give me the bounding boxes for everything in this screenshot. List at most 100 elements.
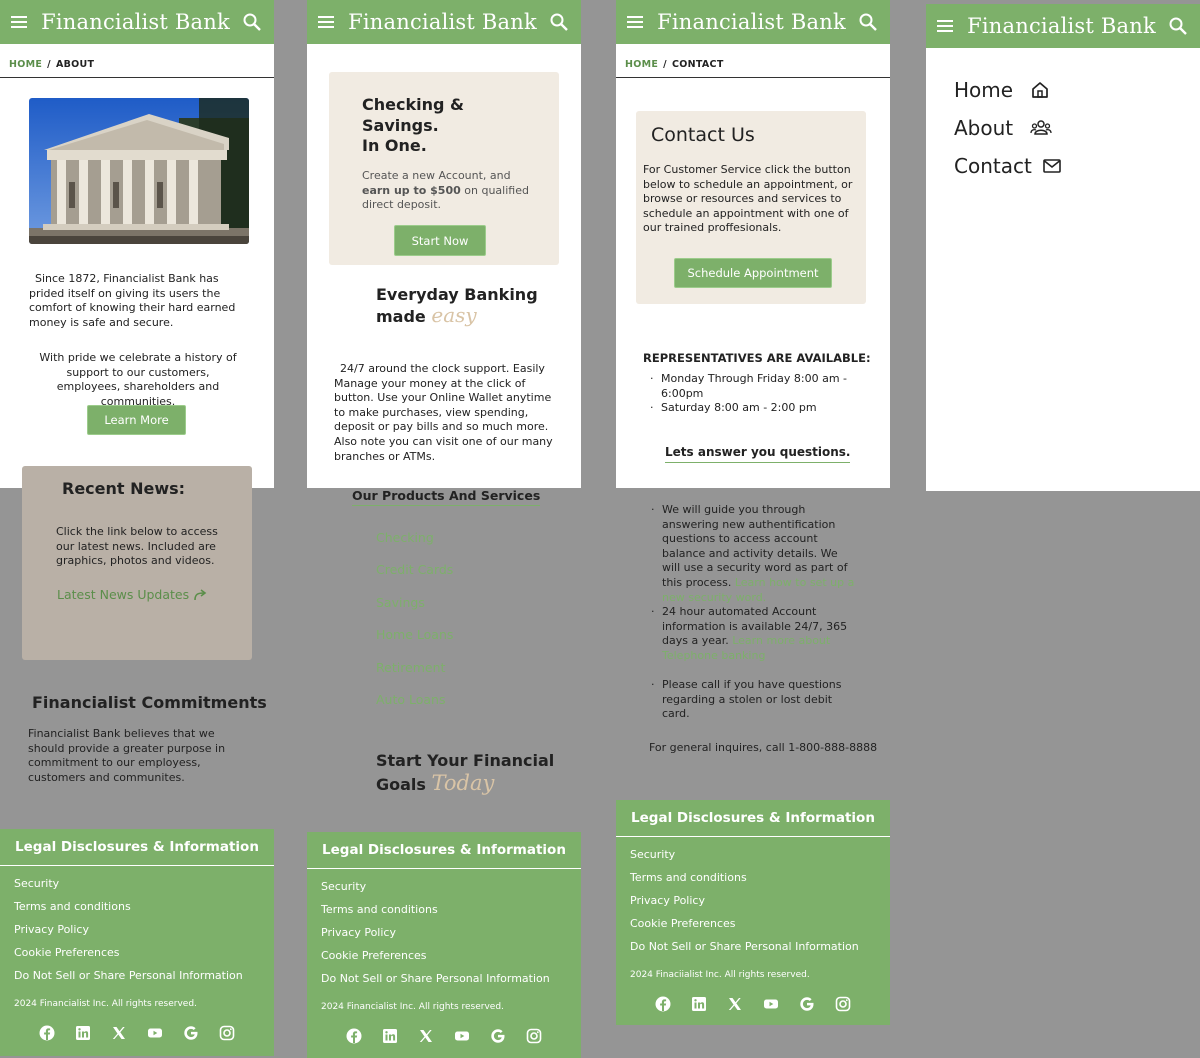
search-icon[interactable]	[242, 12, 262, 32]
hamburger-menu-icon[interactable]	[625, 12, 645, 32]
house-icon	[1032, 82, 1048, 98]
start-now-button[interactable]: Start Now	[394, 225, 486, 256]
menu-item-label: Home	[954, 78, 1014, 102]
google-icon[interactable]	[490, 1028, 506, 1044]
goals-line2: Goals	[376, 775, 426, 794]
breadcrumb-current: ABOUT	[55, 59, 95, 70]
menu-item-about[interactable]: About	[954, 116, 1052, 140]
instagram-icon[interactable]	[526, 1028, 542, 1044]
commitments-text: Financialist Bank believes that we shoul…	[28, 727, 226, 784]
facebook-icon[interactable]	[655, 996, 671, 1012]
youtube-icon[interactable]	[763, 996, 779, 1012]
menu-item-label: About	[954, 116, 1014, 140]
hamburger-menu-icon[interactable]	[316, 12, 336, 32]
breadcrumb: HOME / CONTACT	[616, 52, 890, 78]
youtube-icon[interactable]	[454, 1028, 470, 1044]
brand-logo[interactable]: Financialist Bank	[657, 10, 846, 34]
footer-link-privacy[interactable]: Privacy Policy	[14, 918, 274, 941]
google-icon[interactable]	[183, 1025, 199, 1041]
product-retirement[interactable]: Retirement	[376, 660, 445, 675]
footer-link-cookies[interactable]: Cookie Preferences	[14, 941, 274, 964]
footer-link-terms[interactable]: Terms and conditions	[14, 895, 274, 918]
hero-title-line3: In One.	[362, 136, 427, 155]
about-pride-text: With pride we celebrate a history of sup…	[39, 351, 237, 408]
instagram-icon[interactable]	[219, 1025, 235, 1041]
search-icon[interactable]	[549, 12, 569, 32]
hero-title: Checking & Savings. In One.	[362, 95, 464, 157]
linkedin-icon[interactable]	[75, 1025, 91, 1041]
footer-link-terms[interactable]: Terms and conditions	[321, 898, 581, 921]
share-arrow-icon	[194, 588, 207, 600]
footer-link-cookies[interactable]: Cookie Preferences	[630, 912, 890, 935]
search-icon[interactable]	[1168, 16, 1188, 36]
footer-copyright: 2024 Financialist Inc. All rights reserv…	[14, 999, 197, 1009]
contact-title: Contact Us	[651, 124, 755, 146]
google-icon[interactable]	[799, 996, 815, 1012]
hero-text: Create a new Account, and earn up to $50…	[362, 169, 532, 213]
footer-link-security[interactable]: Security	[321, 875, 581, 898]
contact-footer: Legal Disclosures & Information Security…	[616, 800, 890, 1025]
schedule-appointment-button[interactable]: Schedule Appointment	[674, 258, 832, 288]
envelope-icon	[1043, 159, 1061, 173]
hero-title-line1: Checking &	[362, 95, 464, 114]
footer-link-security[interactable]: Security	[630, 843, 890, 866]
youtube-icon[interactable]	[147, 1025, 163, 1041]
x-icon[interactable]	[418, 1028, 434, 1044]
facebook-icon[interactable]	[346, 1028, 362, 1044]
everyday-banking-heading: Everyday Banking made easy	[376, 284, 538, 327]
product-checking[interactable]: Checking	[376, 530, 434, 545]
linkedin-icon[interactable]	[691, 996, 707, 1012]
brand-logo[interactable]: Financialist Bank	[41, 10, 230, 34]
hero-text-pre: Create a new Account, and	[362, 169, 511, 182]
question-security-word: We will guide you through answering new …	[651, 503, 858, 605]
latest-news-link[interactable]: Latest News Updates	[57, 587, 207, 602]
footer-link-cookies[interactable]: Cookie Preferences	[321, 944, 581, 967]
everyday-line1: Everyday Banking	[376, 285, 538, 304]
footer-link-privacy[interactable]: Privacy Policy	[630, 889, 890, 912]
about-footer: Legal Disclosures & Information Security…	[0, 829, 274, 1056]
hamburger-menu-icon[interactable]	[935, 16, 955, 36]
menu-item-label: Contact	[954, 154, 1032, 178]
commitments-title: Financialist Commitments	[32, 693, 267, 712]
home-footer: Legal Disclosures & Information Security…	[307, 832, 581, 1058]
contact-header: Financialist Bank	[616, 0, 890, 44]
x-icon[interactable]	[727, 996, 743, 1012]
footer-link-do-not-sell[interactable]: Do Not Sell or Share Personal Informatio…	[321, 967, 581, 990]
footer-link-do-not-sell[interactable]: Do Not Sell or Share Personal Informatio…	[630, 935, 890, 958]
product-home-loans[interactable]: Home Loans	[376, 627, 453, 642]
linkedin-icon[interactable]	[382, 1028, 398, 1044]
breadcrumb-current: CONTACT	[671, 59, 724, 70]
footer-link-do-not-sell[interactable]: Do Not Sell or Share Personal Informatio…	[14, 964, 274, 987]
footer-copyright: 2024 Financialist Inc. All rights reserv…	[321, 1002, 504, 1012]
search-icon[interactable]	[858, 12, 878, 32]
people-icon	[1030, 120, 1052, 135]
latest-news-label: Latest News Updates	[57, 587, 190, 602]
menu-header: Financialist Bank	[926, 4, 1200, 48]
breadcrumb-home-link[interactable]: HOME	[9, 59, 42, 70]
recent-news-title: Recent News:	[62, 479, 186, 498]
question-telephone-banking: 24 hour automated Account information is…	[651, 605, 860, 663]
product-savings[interactable]: Savings	[376, 595, 425, 610]
hamburger-menu-icon[interactable]	[9, 12, 29, 32]
product-auto-loans[interactable]: Auto Loans	[376, 692, 445, 707]
footer-link-terms[interactable]: Terms and conditions	[630, 866, 890, 889]
instagram-icon[interactable]	[835, 996, 851, 1012]
product-credit-cards[interactable]: Credit Cards	[376, 562, 453, 577]
footer-link-privacy[interactable]: Privacy Policy	[321, 921, 581, 944]
facebook-icon[interactable]	[39, 1025, 55, 1041]
menu-item-contact[interactable]: Contact	[954, 154, 1062, 178]
footer-title: Legal Disclosures & Information	[0, 829, 274, 866]
hero-title-line2: Savings.	[362, 115, 439, 135]
brand-logo[interactable]: Financialist Bank	[967, 14, 1156, 38]
social-links	[616, 996, 890, 1012]
goals-line1: Start Your Financial	[376, 751, 555, 770]
breadcrumb-home-link[interactable]: HOME	[625, 59, 658, 70]
footer-title: Legal Disclosures & Information	[307, 832, 581, 869]
menu-item-home[interactable]: Home	[954, 78, 1050, 102]
brand-logo[interactable]: Financialist Bank	[348, 10, 537, 34]
x-icon[interactable]	[111, 1025, 127, 1041]
breadcrumb-separator: /	[663, 59, 667, 70]
breadcrumb: HOME / ABOUT	[0, 52, 274, 78]
footer-link-security[interactable]: Security	[14, 872, 274, 895]
learn-more-button[interactable]: Learn More	[87, 405, 186, 435]
